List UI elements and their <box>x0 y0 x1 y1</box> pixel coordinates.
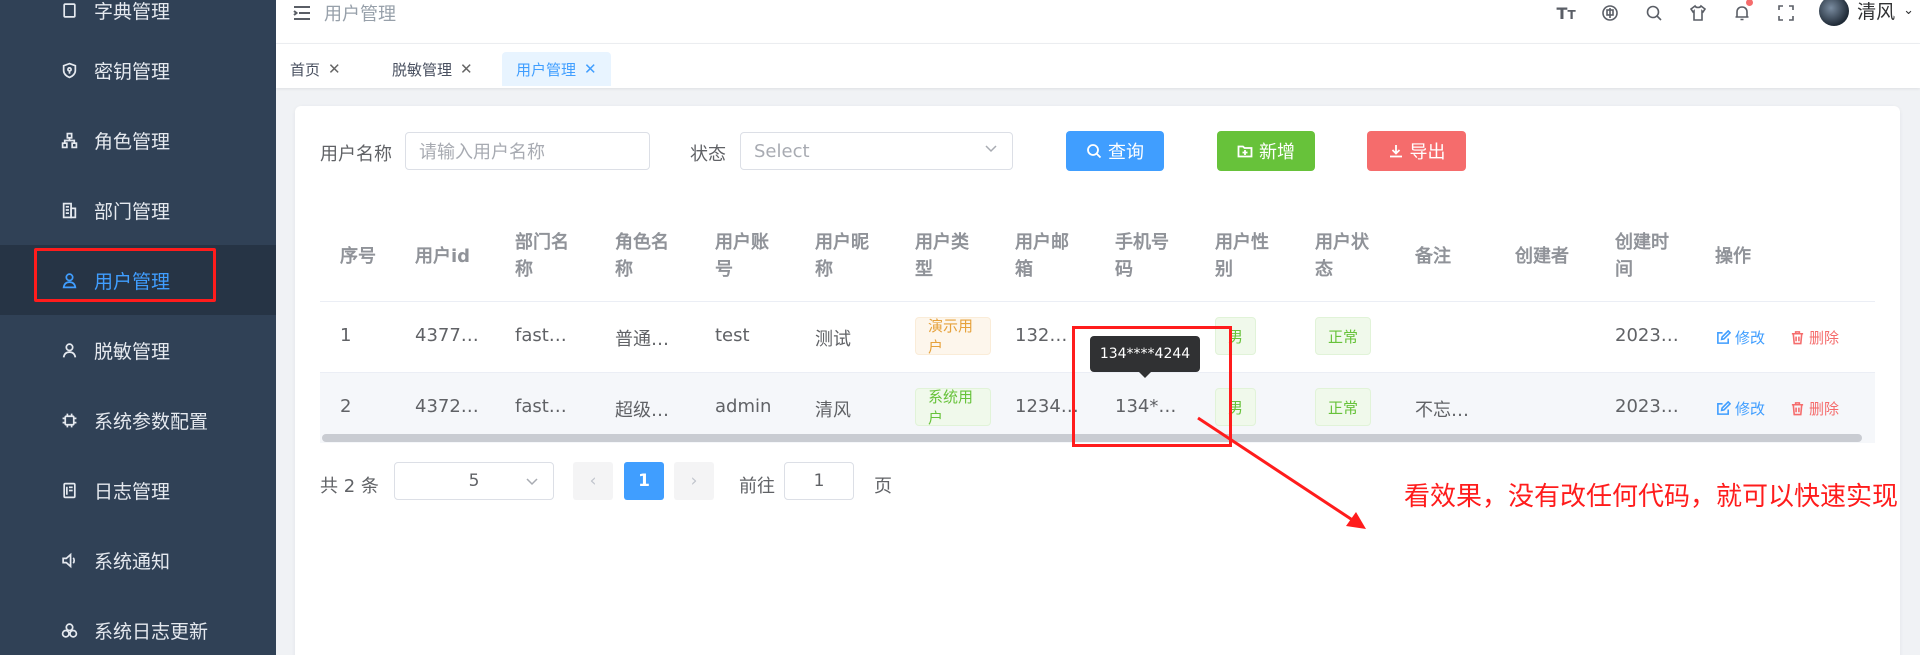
app-root: 字典管理 密钥管理 角色管理 部门管理 用户管理 脱敏管理 系统参数配置 日志管… <box>0 0 1920 655</box>
annotation-arrow-icon <box>1197 416 1366 529</box>
pagination-total: 共 2 条 <box>320 476 379 497</box>
page-size-value: 5 <box>468 471 480 491</box>
page-1-button[interactable]: 1 <box>624 462 664 500</box>
annotation-text: 看效果，没有改任何代码，就可以快速实现 <box>1404 482 1899 512</box>
prev-page-button[interactable]: ‹ <box>573 462 613 500</box>
next-page-button[interactable]: › <box>674 462 714 500</box>
goto-label: 前往 <box>739 476 775 497</box>
page-size-select[interactable]: 5 <box>394 462 554 500</box>
page-suffix: 页 <box>874 476 892 497</box>
goto-page-input[interactable]: 1 <box>784 462 854 500</box>
chevron-down-icon <box>526 478 538 486</box>
